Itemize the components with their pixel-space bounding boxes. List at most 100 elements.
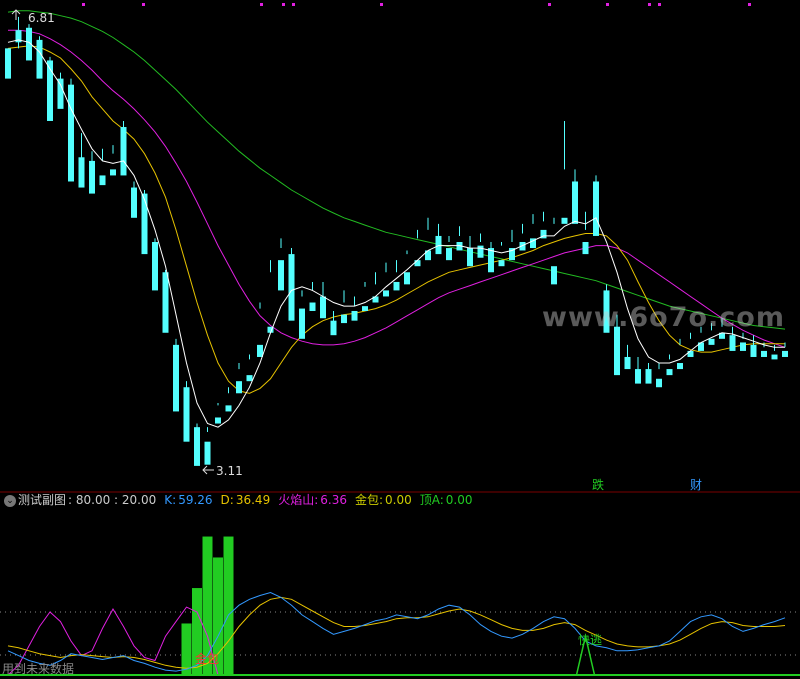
candle-down bbox=[257, 344, 263, 357]
candle-down bbox=[278, 260, 284, 291]
candle-down bbox=[173, 344, 179, 412]
candle-down bbox=[729, 335, 736, 351]
candle-down bbox=[467, 248, 473, 267]
candle-down bbox=[761, 350, 767, 357]
candle-down bbox=[204, 441, 211, 465]
top-marker-dot bbox=[142, 3, 145, 6]
candle-down bbox=[57, 78, 64, 109]
jinbao-label: 金包: bbox=[354, 493, 384, 507]
candle-down bbox=[78, 157, 85, 188]
topa-label: 顶A: bbox=[419, 493, 444, 507]
candle-down bbox=[110, 169, 116, 176]
collapse-chevron-icon[interactable]: ⌄ bbox=[4, 494, 16, 507]
candle-down bbox=[330, 320, 337, 336]
low-price-label: 3.11 bbox=[216, 464, 243, 478]
candle-down bbox=[99, 175, 106, 186]
candle-down bbox=[740, 342, 746, 351]
candle-down bbox=[687, 350, 694, 357]
top-marker-dots bbox=[82, 3, 751, 6]
candle-down bbox=[551, 266, 557, 285]
top-marker-dot bbox=[292, 3, 295, 6]
candle-down bbox=[194, 427, 200, 466]
candle-down bbox=[288, 254, 295, 321]
k-label: K: bbox=[164, 493, 177, 507]
k-value: 59.26 bbox=[178, 493, 213, 507]
jinbao-value: 0.00 bbox=[385, 493, 412, 507]
candle-down bbox=[120, 127, 127, 176]
candle-down bbox=[404, 272, 410, 285]
top-marker-dot bbox=[380, 3, 383, 6]
candle-down bbox=[68, 84, 74, 182]
candle-down bbox=[593, 181, 599, 236]
d-label: D: bbox=[220, 493, 234, 507]
candle-down bbox=[561, 217, 568, 224]
d-line bbox=[7, 596, 786, 669]
candle-down bbox=[582, 242, 589, 255]
candle-down bbox=[5, 48, 11, 79]
top-marker-dot bbox=[648, 3, 651, 6]
candle-down bbox=[152, 242, 158, 291]
top-marker-dot bbox=[548, 3, 551, 6]
candle-down bbox=[215, 417, 221, 424]
high-price-label: 6.81 bbox=[28, 11, 55, 25]
candle-down bbox=[383, 290, 389, 297]
candle-down bbox=[36, 39, 43, 79]
indicator-bar bbox=[223, 536, 234, 675]
fire-value: 6.36 bbox=[320, 493, 347, 507]
candle-down bbox=[131, 187, 137, 218]
signal-jinbao: 金包 bbox=[195, 651, 219, 666]
candle-down bbox=[635, 369, 641, 384]
candle-down bbox=[351, 310, 358, 321]
chart-canvas: 6.81 3.11 跌 财 金包 快逃 bbox=[0, 3, 800, 676]
candle-down bbox=[89, 160, 95, 194]
top-marker-dot bbox=[748, 3, 751, 6]
candle-down bbox=[666, 369, 673, 376]
future-data-note: 用到未来数据 bbox=[2, 662, 75, 676]
top-marker-dot bbox=[658, 3, 661, 6]
candle-down bbox=[320, 296, 326, 319]
indicator-bar bbox=[181, 623, 192, 675]
d-value: 36.49 bbox=[235, 493, 271, 507]
candle-down bbox=[498, 260, 505, 267]
candle-down bbox=[309, 302, 316, 311]
candle-down bbox=[750, 344, 757, 357]
candle-down bbox=[162, 272, 169, 333]
indicator-levels: : 80.00 : 20.00 bbox=[68, 493, 157, 507]
candle-down bbox=[656, 378, 662, 388]
candle-down bbox=[677, 363, 683, 370]
ma-yellow-line bbox=[7, 45, 785, 394]
top-marker-dot bbox=[282, 3, 285, 6]
candle-down bbox=[488, 248, 494, 273]
candle-down bbox=[141, 193, 148, 255]
candle-down bbox=[708, 338, 715, 345]
candle-down bbox=[624, 356, 631, 370]
candle-down bbox=[341, 314, 347, 324]
candlestick-series bbox=[5, 16, 788, 466]
candle-down bbox=[246, 375, 253, 382]
candle-down bbox=[446, 248, 452, 261]
indicator-name: 测试副图 bbox=[18, 493, 67, 507]
indicator-header: ⌄ 测试副图: 80.00 : 20.00 K: 59.26 D: 36.49 火焰山: 6.… bbox=[0, 490, 800, 510]
candle-down bbox=[393, 281, 400, 291]
top-marker-dot bbox=[82, 3, 85, 6]
candle-down bbox=[645, 369, 652, 384]
candle-down bbox=[414, 260, 421, 267]
candle-down bbox=[572, 181, 578, 224]
watermark: www.6o7o.com bbox=[542, 302, 785, 333]
candle-down bbox=[183, 387, 190, 442]
top-marker-dot bbox=[606, 3, 609, 6]
fire-label: 火焰山: bbox=[278, 493, 319, 507]
candle-down bbox=[299, 308, 305, 339]
signal-kuaitao: 快逃 bbox=[578, 633, 602, 647]
candle-down bbox=[362, 306, 368, 311]
candle-down bbox=[477, 245, 484, 258]
low-price-marker: 3.11 bbox=[202, 464, 243, 478]
candle-down bbox=[225, 405, 232, 412]
top-marker-dot bbox=[260, 3, 263, 6]
topa-value: 0.00 bbox=[445, 493, 473, 507]
candle-down bbox=[236, 381, 242, 394]
candle-down bbox=[614, 326, 620, 376]
candle-down bbox=[435, 235, 442, 255]
k-line bbox=[7, 591, 786, 672]
candle-down bbox=[782, 350, 788, 357]
